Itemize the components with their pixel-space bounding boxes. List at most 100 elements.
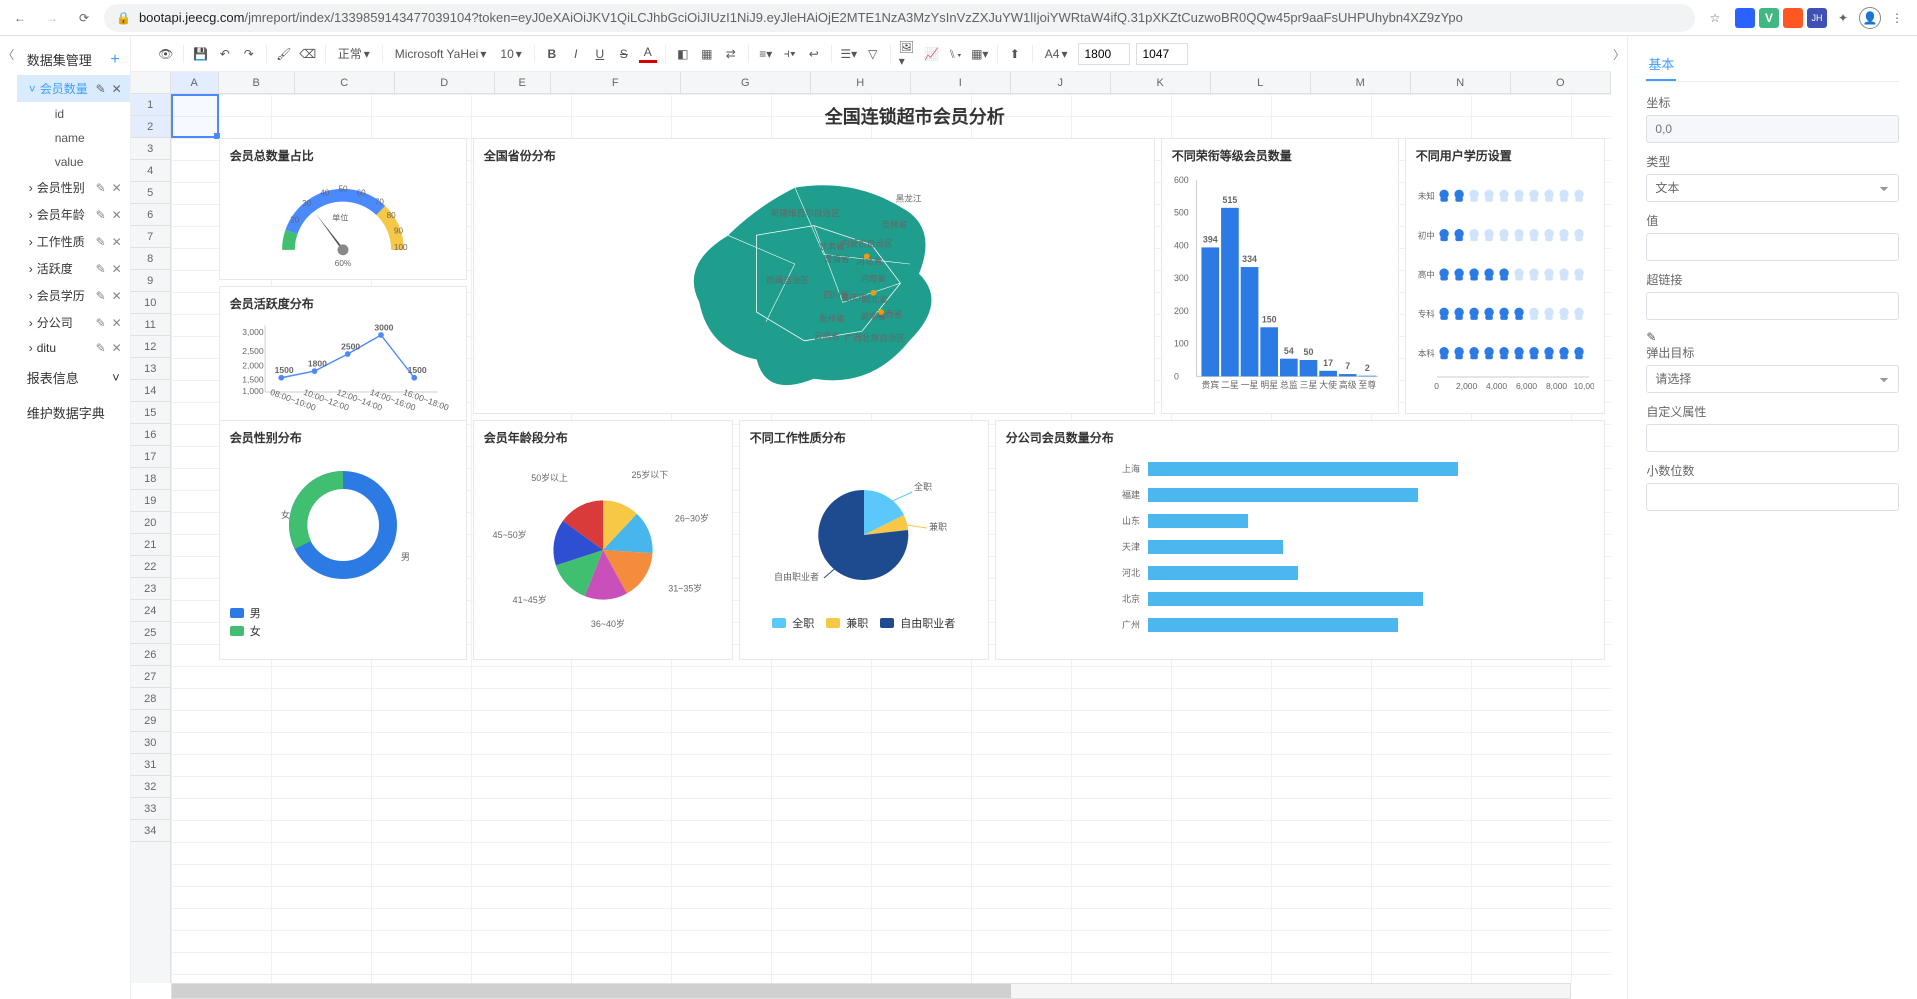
row-header[interactable]: 12 — [131, 336, 170, 358]
row-header[interactable]: 28 — [131, 688, 170, 710]
column-header[interactable]: F — [551, 72, 681, 93]
strike-icon[interactable]: S — [615, 45, 633, 63]
ext-icon[interactable] — [1783, 8, 1803, 28]
cell-type-select[interactable]: 正常 ▾ — [334, 43, 374, 64]
row-header[interactable]: 4 — [131, 160, 170, 182]
freeze-icon[interactable]: ☰▾ — [840, 45, 858, 63]
add-dataset-button[interactable]: + — [110, 51, 119, 69]
back-button[interactable]: ← — [8, 6, 32, 30]
column-header[interactable]: I — [911, 72, 1011, 93]
extensions-icon[interactable]: ✦ — [1831, 6, 1855, 30]
card-honor[interactable]: 不同荣衔等级会员数量 0100200300400500600394贵宾515二星… — [1161, 138, 1399, 414]
star-icon[interactable]: ☆ — [1703, 6, 1727, 30]
coord-input[interactable] — [1646, 115, 1899, 143]
format-painter-icon[interactable]: 🖌 — [275, 45, 293, 63]
edit-icon[interactable]: ✎ — [96, 181, 106, 195]
row-header[interactable]: 18 — [131, 468, 170, 490]
profile-icon[interactable]: 👤 — [1859, 7, 1881, 29]
column-header[interactable]: E — [495, 72, 551, 93]
dataset-item[interactable]: ›工作性质✎✕ — [17, 228, 130, 255]
dataset-item[interactable]: ›会员性别✎✕ — [17, 174, 130, 201]
menu-icon[interactable]: ⋮ — [1885, 6, 1909, 30]
dataset-item[interactable]: ›分公司✎✕ — [17, 309, 130, 336]
vue-ext-icon[interactable]: V — [1759, 8, 1779, 28]
reload-button[interactable]: ⟳ — [72, 6, 96, 30]
close-icon[interactable]: ✕ — [112, 341, 122, 355]
card-age[interactable]: 会员年龄段分布 25岁以下26~30岁31~35岁36~40岁41~45岁45~… — [473, 420, 733, 660]
column-header[interactable]: D — [395, 72, 495, 93]
column-header[interactable]: H — [811, 72, 911, 93]
column-header[interactable]: J — [1011, 72, 1111, 93]
undo-icon[interactable]: ↶ — [216, 45, 234, 63]
column-header[interactable]: K — [1111, 72, 1211, 93]
close-icon[interactable]: ✕ — [112, 208, 122, 222]
column-header[interactable]: A — [171, 72, 219, 93]
card-edu[interactable]: 不同用户学历设置 未知初中高中专科本科02,0004,0006,0008,000… — [1405, 138, 1605, 414]
edit-icon[interactable]: ✎ — [96, 289, 106, 303]
row-header[interactable]: 5 — [131, 182, 170, 204]
row-header[interactable]: 7 — [131, 226, 170, 248]
row-header[interactable]: 25 — [131, 622, 170, 644]
column-header[interactable]: C — [295, 72, 395, 93]
row-header[interactable]: 1 — [131, 94, 170, 116]
image-icon[interactable]: 🖼▾ — [899, 45, 917, 63]
forward-button[interactable]: → — [40, 6, 64, 30]
wrap-icon[interactable]: ↩ — [805, 45, 823, 63]
fill-color-icon[interactable]: ◧ — [674, 45, 692, 63]
horizontal-scrollbar[interactable] — [171, 983, 1571, 999]
barcode-icon[interactable]: ⑊▾ — [947, 45, 965, 63]
dataset-item[interactable]: ›活跃度✎✕ — [17, 255, 130, 282]
row-header[interactable]: 22 — [131, 556, 170, 578]
row-header[interactable]: 31 — [131, 754, 170, 776]
card-map[interactable]: 全国省份分布 黑龙江吉林省新疆维吾尔自治区 甘肃省内蒙古自治区河北省 青海省河南… — [473, 138, 1155, 414]
card-gauge[interactable]: 会员总数量占比 2030405060708090100 60% 单位 — [219, 138, 467, 280]
close-icon[interactable]: ✕ — [112, 289, 122, 303]
row-header[interactable]: 20 — [131, 512, 170, 534]
column-header[interactable]: O — [1511, 72, 1611, 93]
card-work[interactable]: 不同工作性质分布 全职 兼职 自由职业者 全职 — [739, 420, 989, 660]
edit-icon[interactable]: ✎ — [96, 235, 106, 249]
row-header[interactable]: 6 — [131, 204, 170, 226]
sheet-corner[interactable] — [131, 72, 171, 94]
close-icon[interactable]: ✕ — [112, 181, 122, 195]
underline-icon[interactable]: U — [591, 45, 609, 63]
row-header[interactable]: 26 — [131, 644, 170, 666]
custom-input[interactable] — [1646, 424, 1899, 452]
url-bar[interactable]: 🔒 bootapi.jeecg.com/jmreport/index/13398… — [104, 4, 1695, 32]
row-header[interactable]: 32 — [131, 776, 170, 798]
row-header[interactable]: 21 — [131, 534, 170, 556]
border-icon[interactable]: ▦ — [698, 45, 716, 63]
merge-icon[interactable]: ⇄ — [722, 45, 740, 63]
row-header[interactable]: 14 — [131, 380, 170, 402]
dataset-item[interactable]: ›ditu✎✕ — [17, 336, 130, 360]
row-header[interactable]: 24 — [131, 600, 170, 622]
bold-icon[interactable]: B — [543, 45, 561, 63]
edit-icon[interactable]: ✎ — [96, 316, 106, 330]
align-v-icon[interactable]: ⫞▾ — [781, 45, 799, 63]
close-icon[interactable]: ✕ — [112, 235, 122, 249]
report-info-section[interactable]: 报表信息 ˅ — [17, 360, 130, 395]
tab-basic[interactable]: 基本 — [1646, 48, 1676, 81]
preview-icon[interactable]: 👁 — [157, 45, 175, 63]
font-color-icon[interactable]: A — [639, 45, 657, 63]
ext-icon[interactable]: JH — [1807, 8, 1827, 28]
font-size-select[interactable]: 10 ▾ — [496, 45, 525, 63]
dataset-item[interactable]: ›会员年龄✎✕ — [17, 201, 130, 228]
card-gender[interactable]: 会员性别分布 女 男 男 女 — [219, 420, 467, 660]
row-header[interactable]: 11 — [131, 314, 170, 336]
dataset-item[interactable]: ›会员学历✎✕ — [17, 282, 130, 309]
close-icon[interactable]: ✕ — [112, 262, 122, 276]
type-select[interactable]: 文本 — [1646, 174, 1899, 202]
dataset-field[interactable]: value — [17, 150, 130, 174]
edit-icon[interactable]: ✎ — [96, 208, 106, 222]
ext-icon[interactable] — [1735, 8, 1755, 28]
paper-select[interactable]: A4 ▾ — [1041, 45, 1072, 63]
row-header[interactable]: 16 — [131, 424, 170, 446]
dataset-field[interactable]: name — [17, 126, 130, 150]
grid-body[interactable]: 全国连锁超市会员分析 会员总数量占比 2030405060708090100 — [171, 94, 1611, 983]
filter-icon[interactable]: ▽ — [864, 45, 882, 63]
row-header[interactable]: 23 — [131, 578, 170, 600]
collapse-right-button[interactable]: 〉 — [1611, 36, 1628, 999]
row-header[interactable]: 29 — [131, 710, 170, 732]
column-header[interactable]: B — [219, 72, 295, 93]
